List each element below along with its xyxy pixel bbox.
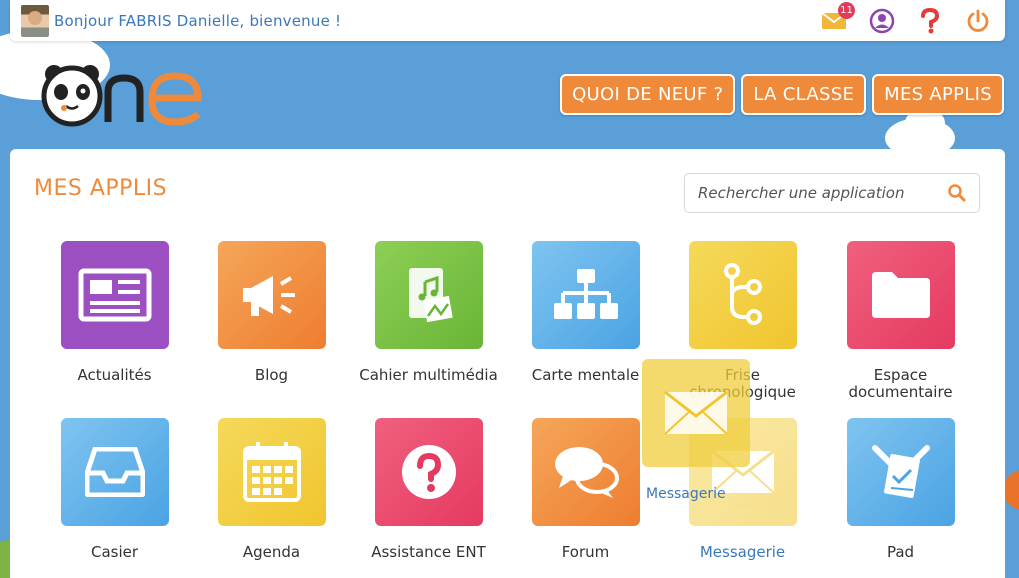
tree-decoration xyxy=(1003,470,1019,510)
search-placeholder: Rechercher une application xyxy=(698,184,905,202)
search-input[interactable]: Rechercher une application xyxy=(684,173,980,213)
app-label: Espace documentaire xyxy=(848,366,953,401)
power-icon[interactable] xyxy=(965,8,991,34)
tray-icon xyxy=(60,418,169,526)
app-label: Cahier multimédia xyxy=(359,366,498,384)
greeting-text: Bonjour FABRIS Danielle, bienvenue ! xyxy=(54,11,342,30)
help-icon[interactable] xyxy=(917,7,943,34)
page-title: MES APPLIS xyxy=(34,176,168,201)
app-label: Casier xyxy=(90,543,139,561)
timeline-icon xyxy=(688,241,797,349)
newspaper-icon xyxy=(60,241,169,349)
notebook-icon xyxy=(374,241,483,349)
app-cahier-multimedia[interactable]: Cahier multimédia xyxy=(350,241,507,384)
notification-badge: 11 xyxy=(838,1,855,19)
app-blog[interactable]: Blog xyxy=(193,241,350,384)
app-label: Pad xyxy=(886,543,915,561)
app-carte-mentale[interactable]: Carte mentale xyxy=(507,241,664,384)
app-forum[interactable]: Forum xyxy=(507,418,664,561)
app-actualites[interactable]: Actualités xyxy=(36,241,193,384)
app-pad[interactable]: Pad xyxy=(822,418,979,561)
app-espace-documentaire[interactable]: Espace documentaire xyxy=(822,241,979,401)
one-logo[interactable] xyxy=(40,62,210,128)
folder-icon xyxy=(846,241,955,349)
pad-icon xyxy=(846,418,955,526)
apps-panel: MES APPLIS Rechercher une application Ac… xyxy=(10,149,1005,578)
avatar[interactable] xyxy=(21,4,49,37)
main-nav: QUOI DE NEUF ? LA CLASSE MES APPLIS xyxy=(560,74,1004,115)
calendar-icon xyxy=(217,418,326,526)
app-label: Actualités xyxy=(77,366,152,384)
chat-icon xyxy=(531,418,640,526)
user-icon[interactable] xyxy=(869,8,895,34)
nav-quoi-de-neuf[interactable]: QUOI DE NEUF ? xyxy=(560,74,736,115)
top-bar: Bonjour FABRIS Danielle, bienvenue ! 11 xyxy=(10,0,1005,41)
dragging-app-label: Messagerie xyxy=(646,486,726,502)
app-label: Agenda xyxy=(242,543,301,561)
envelope-icon xyxy=(664,390,728,435)
app-casier[interactable]: Casier xyxy=(36,418,193,561)
app-label: Forum xyxy=(561,543,610,561)
app-label: Blog xyxy=(254,366,289,384)
search-icon[interactable] xyxy=(947,183,967,203)
app-agenda[interactable]: Agenda xyxy=(193,418,350,561)
app-label: Carte mentale xyxy=(531,366,640,384)
megaphone-icon xyxy=(217,241,326,349)
dragging-app-tile[interactable] xyxy=(642,359,750,467)
app-assistance-ent[interactable]: Assistance ENT xyxy=(350,418,507,561)
sitemap-icon xyxy=(531,241,640,349)
app-label: Messagerie xyxy=(699,543,786,561)
help-circle-icon xyxy=(374,418,483,526)
nav-mes-applis[interactable]: MES APPLIS xyxy=(872,74,1004,115)
mail-icon[interactable]: 11 xyxy=(821,1,855,34)
nav-la-classe[interactable]: LA CLASSE xyxy=(741,74,867,115)
app-label: Assistance ENT xyxy=(371,543,486,561)
